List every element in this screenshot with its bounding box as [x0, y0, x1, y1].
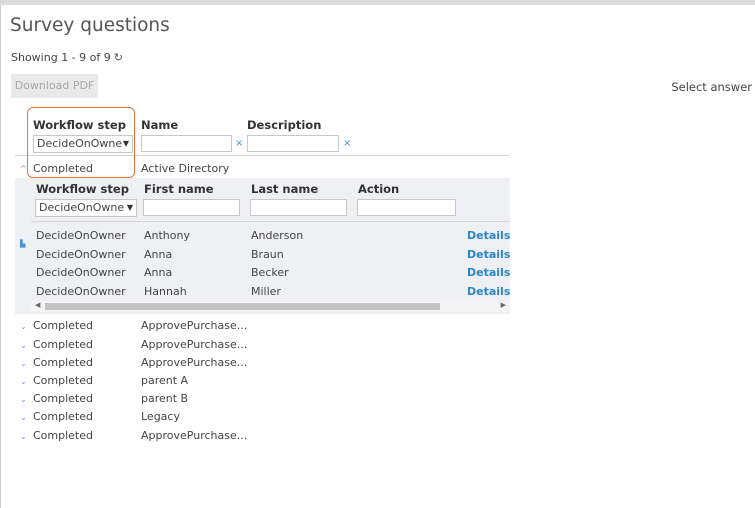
sub-header-last-name: Last name	[251, 182, 319, 196]
details-link[interactable]: Details	[467, 285, 510, 298]
details-link[interactable]: Details	[467, 266, 510, 279]
clear-description-filter-icon[interactable]: ×	[343, 138, 351, 149]
scrollbar-thumb[interactable]	[45, 303, 440, 310]
description-filter-input[interactable]	[247, 135, 339, 152]
chevron-down-icon[interactable]: ⌄	[20, 413, 27, 422]
sub-row-last-name: Anderson	[251, 229, 304, 242]
last-name-filter-input[interactable]	[250, 199, 347, 216]
sub-row-step: DecideOnOwner	[36, 229, 126, 242]
row-name: ApprovePurchase...	[141, 319, 248, 332]
row-name: ApprovePurchase...	[141, 338, 248, 351]
row-step: Completed	[33, 162, 93, 175]
page-title: Survey questions	[10, 15, 170, 36]
results-count: Showing 1 - 9 of 9 ↻	[11, 51, 123, 64]
row-name: parent B	[141, 392, 189, 405]
row-name: ApprovePurchase...	[141, 429, 248, 442]
row-name: parent A	[141, 374, 189, 387]
sub-row-first-name: Hannah	[144, 285, 187, 298]
row-step: Completed	[33, 356, 93, 369]
row-name: Legacy	[141, 410, 180, 423]
details-link[interactable]: Details	[467, 248, 510, 261]
sub-header-divider	[31, 221, 510, 222]
top-bar	[0, 0, 755, 5]
name-filter-input[interactable]	[141, 135, 232, 152]
chevron-down-icon[interactable]: ⌄	[20, 377, 27, 386]
frame-border	[0, 5, 1, 508]
scroll-right-icon[interactable]: ▶	[501, 301, 506, 309]
sub-header-first-name: First name	[144, 182, 214, 196]
sub-header-workflow-step: Workflow step	[36, 182, 129, 196]
chevron-up-icon[interactable]: ^	[20, 164, 27, 173]
chevron-down-icon[interactable]: ⌄	[20, 341, 27, 350]
first-name-filter-input[interactable]	[143, 199, 240, 216]
row-step: Completed	[33, 319, 93, 332]
sub-row-step: DecideOnOwner	[36, 248, 126, 261]
sub-row-first-name: Anna	[144, 266, 173, 279]
row-step: Completed	[33, 410, 93, 423]
refresh-icon[interactable]: ↻	[114, 51, 123, 64]
sub-row-last-name: Braun	[251, 248, 284, 261]
row-name: ApprovePurchase...	[141, 356, 248, 369]
sub-row-last-name: Becker	[251, 266, 289, 279]
sub-header-action: Action	[358, 182, 400, 196]
download-pdf-button[interactable]: Download PDF	[11, 74, 98, 98]
chevron-down-icon[interactable]: ⌄	[20, 359, 27, 368]
row-marker-icon: ▙	[20, 240, 26, 248]
horizontal-scrollbar[interactable]: ◀ ▶	[31, 301, 510, 312]
row-step: Completed	[33, 374, 93, 387]
sub-workflow-step-filter-select[interactable]: DecideOnOwne ▼	[35, 199, 137, 217]
row-step: Completed	[33, 338, 93, 351]
clear-name-filter-icon[interactable]: ×	[235, 138, 243, 149]
chevron-down-icon[interactable]: ⌄	[20, 395, 27, 404]
row-name: Active Directory	[141, 162, 230, 175]
sub-workflow-step-filter-value: DecideOnOwne	[39, 201, 125, 214]
action-filter-input[interactable]	[357, 199, 456, 216]
header-description: Description	[247, 118, 322, 132]
chevron-down-icon[interactable]: ⌄	[20, 322, 27, 331]
header-name: Name	[141, 118, 179, 132]
chevron-down-icon[interactable]: ⌄	[20, 432, 27, 441]
sub-row-step: DecideOnOwner	[36, 285, 126, 298]
scroll-left-icon[interactable]: ◀	[35, 301, 40, 309]
chevron-down-icon: ▼	[126, 203, 133, 212]
select-answer-label: Select answer	[671, 80, 752, 94]
results-count-text: Showing 1 - 9 of 9	[11, 51, 111, 64]
row-step: Completed	[33, 392, 93, 405]
sub-row-step: DecideOnOwner	[36, 266, 126, 279]
details-link[interactable]: Details	[467, 229, 510, 242]
row-step: Completed	[33, 429, 93, 442]
sub-row-first-name: Anna	[144, 248, 173, 261]
sub-row-first-name: Anthony	[144, 229, 190, 242]
sub-row-last-name: Miller	[251, 285, 281, 298]
